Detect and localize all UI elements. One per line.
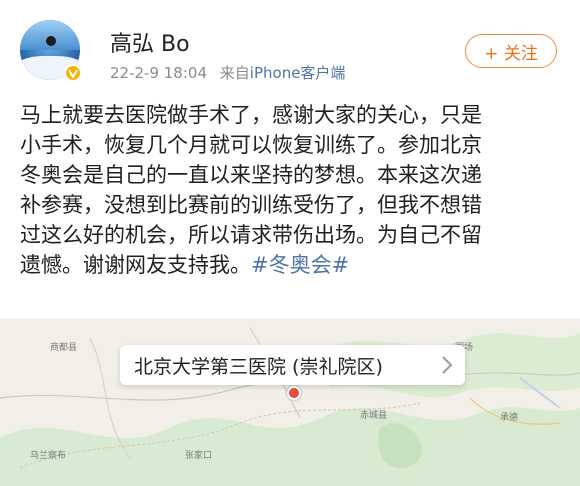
post-text-last-line: 遗憾。谢谢网友支持我。#冬奥会# (20, 250, 565, 280)
post-text-tail: 遗憾。谢谢网友支持我。 (20, 253, 251, 277)
map-place-label: 张家口 (185, 451, 213, 461)
location-name: 北京大学第三医院 (崇礼院区) (134, 355, 383, 378)
map-place-label: 承德 (500, 413, 519, 423)
post-text-line: 小手术，恢复几个月就可以恢复训练了。参加北京 (20, 133, 482, 157)
source-prefix: 来自 (219, 64, 250, 82)
post-body: 马上就要去医院做手术了，感谢大家的关心，只是 小手术，恢复几个月就可以恢复训练了… (20, 100, 565, 280)
post-text-line: 过这么好的机会，所以请求带伤出场。为自己不留 (20, 223, 482, 247)
map-place-label: 乌兰察布 (30, 451, 67, 461)
post-meta: 22-2-9 18:04 来自iPhone客户端 (110, 62, 345, 83)
map-graphic (0, 318, 580, 486)
post-date: 22-2-9 18:04 (110, 64, 207, 82)
post-source[interactable]: iPhone客户端 (250, 64, 346, 82)
post-text-line: 马上就要去医院做手术了，感谢大家的关心，只是 (20, 103, 482, 127)
map-place-label: 商都县 (50, 343, 78, 353)
post-text-line: 补参赛，没想到比赛前的训练受伤了，但我不想错 (20, 193, 482, 217)
map-place-label: 赤城县 (360, 411, 388, 421)
avatar-skier (46, 36, 56, 46)
username[interactable]: 高弘 Bo (110, 26, 190, 58)
location-map[interactable] (0, 318, 580, 486)
verified-badge-icon (64, 64, 82, 82)
map-pin-icon (287, 386, 301, 400)
follow-button[interactable]: + 关注 (465, 34, 557, 68)
hashtag-link[interactable]: #冬奥会# (251, 253, 349, 277)
location-card[interactable]: 北京大学第三医院 (崇礼院区) (120, 345, 465, 385)
chevron-right-icon (441, 355, 453, 379)
post-header: 高弘 Bo 22-2-9 18:04 来自iPhone客户端 + 关注 (0, 0, 580, 96)
post-text-line: 冬奥会是自己的一直以来坚持的梦想。本来这次递 (20, 163, 482, 187)
